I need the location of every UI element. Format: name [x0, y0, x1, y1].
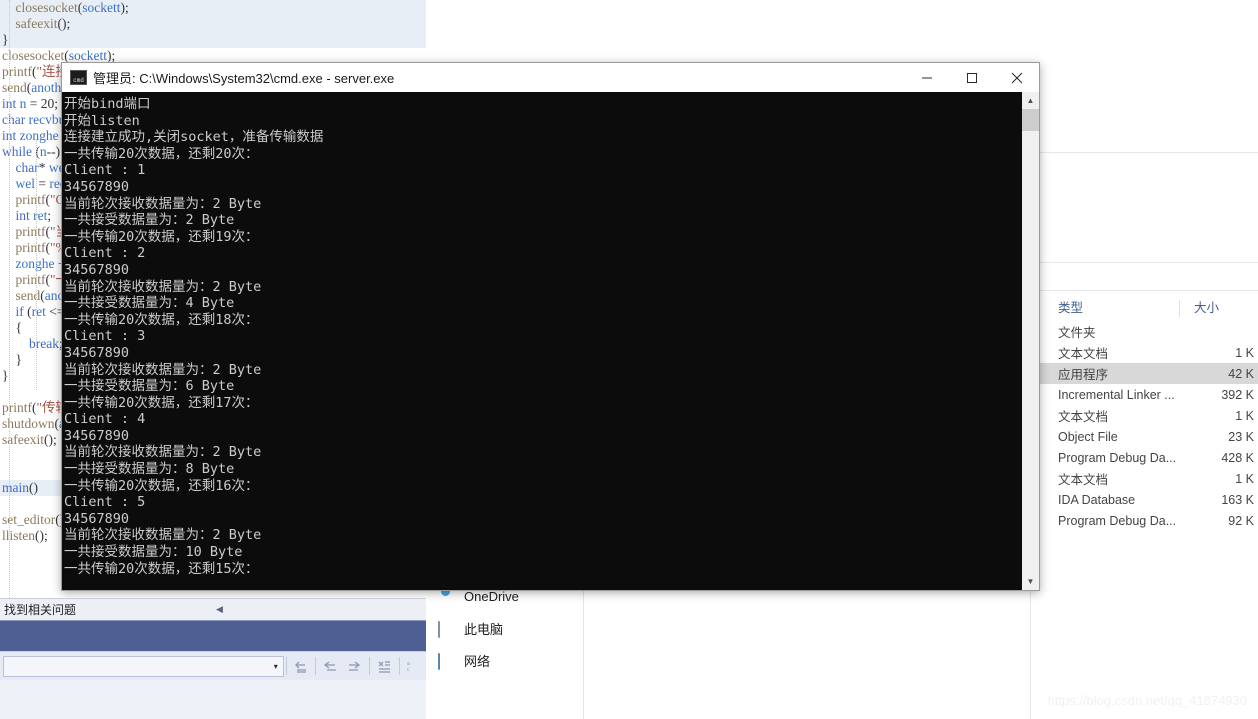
table-row[interactable]: Program Debug Da... 428 K — [1040, 447, 1258, 468]
minimize-button[interactable] — [904, 63, 949, 92]
explorer-divider-3 — [1030, 262, 1258, 263]
watermark-text: https://blog.csdn.net/qq_41874930 — [1047, 693, 1248, 708]
toolbar-separator — [369, 657, 371, 675]
file-size-cell: 392 K — [1221, 387, 1254, 402]
column-header-size[interactable]: 大小 — [1180, 300, 1258, 317]
nav-item-label: 网络 — [464, 653, 491, 669]
close-button[interactable] — [994, 63, 1039, 92]
filter-combo-box[interactable]: ▾ — [3, 655, 284, 677]
screen: closesocket(sockett); safeexit();} closes… — [0, 0, 1258, 719]
table-row[interactable]: 文本文档 1 K — [1040, 342, 1258, 363]
explorer-divider-4 — [1030, 290, 1258, 291]
file-size-cell: 42 K — [1228, 366, 1254, 381]
selected-row-highlight[interactable] — [0, 620, 426, 651]
explorer-file-list[interactable]: 类型 大小 文件夹文本文档 1 K 应用程序 42 K Incremental Link… — [1040, 295, 1258, 555]
bottom-panel-tab-row[interactable]: 找到相关问题 ◀ — [0, 598, 426, 620]
network-icon — [438, 652, 458, 670]
console-body: 开始bind端口 开始listen 连接建立成功,关闭socket，准备传输数据… — [62, 92, 1039, 590]
indent-guide — [9, 0, 10, 600]
toolbar-separator — [398, 657, 400, 675]
cmd-icon: cmd — [70, 70, 87, 85]
bottom-panel-tab-label[interactable]: 找到相关问题 — [0, 601, 76, 618]
scroll-down-icon[interactable]: ▼ — [1022, 573, 1039, 590]
chevron-down-icon[interactable]: ▾ — [274, 662, 283, 671]
collapse-caret-icon[interactable]: ◀ — [216, 604, 223, 615]
maximize-button[interactable] — [949, 63, 994, 92]
toolbar-separator — [315, 657, 317, 675]
file-type-cell: IDA Database — [1058, 492, 1136, 507]
outdent-button[interactable] — [318, 655, 342, 677]
indent-guide-2 — [36, 140, 37, 390]
file-type-cell: 文本文档 — [1058, 347, 1109, 361]
table-row[interactable]: 文本文档 1 K — [1040, 405, 1258, 426]
undo-indent-button[interactable] — [289, 655, 313, 677]
file-type-cell: Incremental Linker ... — [1058, 387, 1175, 402]
clear-list-button[interactable] — [372, 655, 396, 677]
file-type-cell: Object File — [1058, 429, 1118, 444]
file-size-cell: 1 K — [1235, 408, 1254, 423]
this-pc-icon — [438, 620, 458, 638]
indent-button[interactable] — [343, 655, 367, 677]
file-size-cell: 1 K — [1235, 345, 1254, 360]
console-output-text[interactable]: 开始bind端口 开始listen 连接建立成功,关闭socket，准备传输数据… — [62, 92, 1021, 590]
file-type-cell: 文本文档 — [1058, 473, 1109, 487]
table-row[interactable]: Program Debug Da... 92 K — [1040, 510, 1258, 531]
file-type-cell: 文本文档 — [1058, 410, 1109, 424]
scroll-up-icon[interactable]: ▲ — [1022, 92, 1039, 109]
table-row[interactable]: Object File 23 K — [1040, 426, 1258, 447]
code-line: closesocket(sockett); — [0, 0, 426, 16]
file-rows: 文件夹文本文档 1 K 应用程序 42 K Incremental Linker ...… — [1040, 321, 1258, 531]
table-row[interactable]: 文本文档 1 K — [1040, 468, 1258, 489]
file-size-cell: 23 K — [1228, 429, 1254, 444]
explorer-divider-2 — [1030, 152, 1258, 153]
table-row[interactable]: 应用程序 42 K — [1040, 363, 1258, 384]
table-row[interactable]: Incremental Linker ... 392 K — [1040, 384, 1258, 405]
nav-item-network[interactable]: 网络 — [424, 644, 583, 676]
cmd-icon-label: cmd — [73, 77, 84, 84]
table-row[interactable]: 文件夹 — [1040, 321, 1258, 342]
column-header-type[interactable]: 类型 — [1040, 299, 1180, 317]
explorer-navigation-pane: OneDrive 此电脑 网络 — [424, 580, 584, 719]
console-window: cmd 管理员: C:\Windows\System32\cmd.exe - s… — [61, 62, 1040, 591]
table-row[interactable]: IDA Database 163 K — [1040, 489, 1258, 510]
toolbar-separator — [285, 657, 287, 675]
code-line: safeexit(); — [0, 16, 426, 32]
nav-item-label: 此电脑 — [464, 621, 504, 637]
file-size-cell: 428 K — [1221, 450, 1254, 465]
file-list-column-headers: 类型 大小 — [1040, 295, 1258, 321]
file-type-cell: Program Debug Da... — [1058, 450, 1177, 465]
code-line: } — [0, 32, 426, 48]
bottom-panel: 找到相关问题 ◀ ▾ a c — [0, 598, 426, 719]
console-title-bar[interactable]: cmd 管理员: C:\Windows\System32\cmd.exe - s… — [62, 63, 1039, 93]
console-scrollbar[interactable]: ▲ ▼ — [1021, 92, 1039, 590]
bottom-panel-content — [0, 680, 426, 719]
bottom-panel-toolbar: ▾ a c — [0, 651, 426, 680]
nav-item-this-pc[interactable]: 此电脑 — [424, 612, 583, 644]
scrollbar-thumb[interactable] — [1022, 109, 1039, 131]
console-title-text: 管理员: C:\Windows\System32\cmd.exe - serve… — [93, 71, 395, 86]
sort-alphabetical-button[interactable]: a c — [402, 655, 426, 677]
file-size-cell: 163 K — [1221, 492, 1254, 507]
file-size-cell: 92 K — [1228, 513, 1254, 528]
svg-text:c: c — [407, 667, 410, 673]
file-type-cell: 应用程序 — [1058, 368, 1109, 382]
file-type-cell: 文件夹 — [1058, 326, 1096, 340]
file-type-cell: Program Debug Da... — [1058, 513, 1177, 528]
file-size-cell: 1 K — [1235, 471, 1254, 486]
